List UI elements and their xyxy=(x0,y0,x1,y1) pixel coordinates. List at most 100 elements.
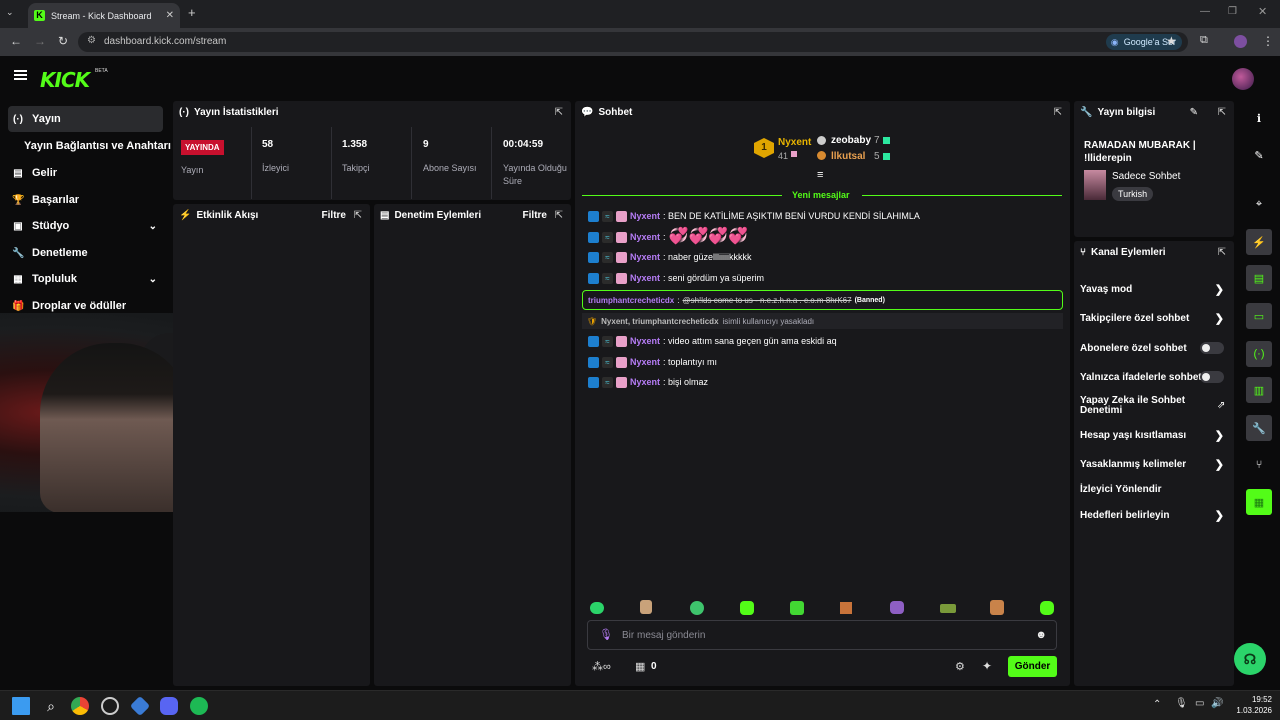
leader-second-name[interactable]: zeobaby xyxy=(831,135,871,146)
spotify-icon[interactable] xyxy=(190,697,208,715)
kick-logo[interactable]: KICK xyxy=(40,68,90,92)
focus-icon[interactable]: ⌖ xyxy=(1246,191,1272,217)
subscribers-only-action[interactable]: Abonelere özel sohbet xyxy=(1080,341,1230,355)
microphone-icon[interactable]: 🎙 xyxy=(599,628,613,641)
category-name[interactable]: Sadece Sohbet xyxy=(1112,171,1180,182)
sidebar-item-topluluk[interactable]: ▦ Topluluk ⌄ xyxy=(8,266,163,292)
tab-search-icon[interactable]: ⌄ xyxy=(6,7,14,18)
language-tag[interactable]: Turkish xyxy=(1112,187,1154,201)
edit-pencil-icon[interactable]: ✎ xyxy=(1246,142,1272,168)
reload-icon[interactable]: ↻ xyxy=(58,34,68,48)
expand-icon[interactable]: ⇱ xyxy=(354,210,362,221)
chat-username[interactable]: Nyxent xyxy=(630,273,660,283)
chat-message[interactable]: ≈ Nyxent: toplantıyı mı xyxy=(588,355,717,369)
search-icon[interactable]: ⌕ xyxy=(42,697,60,715)
emote-quick-icon[interactable] xyxy=(740,601,754,615)
expand-icon[interactable]: ⇱ xyxy=(555,210,563,221)
send-button[interactable]: Gönder xyxy=(1008,656,1057,677)
chat-username[interactable]: Nyxent xyxy=(630,377,660,387)
banned-username[interactable]: triumphantcrecheticdx xyxy=(588,296,674,305)
bookmark-star-icon[interactable]: ★ xyxy=(1166,34,1177,48)
tray-chevron-icon[interactable]: ⌃ xyxy=(1153,699,1161,710)
document-icon[interactable]: ▤ xyxy=(1246,265,1272,291)
chrome-icon[interactable] xyxy=(71,697,89,715)
chat-username[interactable]: Nyxent xyxy=(630,211,660,221)
new-tab-icon[interactable]: + xyxy=(188,5,196,20)
store-icon[interactable]: ▦ xyxy=(635,660,645,673)
chat-message[interactable]: ≈ Nyxent: naber güzellliiiiikkkkk xyxy=(588,250,752,264)
url-bar[interactable]: ⚙ dashboard.kick.com/stream ◉ Google'a S… xyxy=(78,32,1188,52)
minimize-icon[interactable]: — xyxy=(1200,6,1210,17)
raid-action[interactable]: İzleyici Yönlendir xyxy=(1080,482,1230,496)
windows-start-icon[interactable] xyxy=(12,697,30,715)
close-window-icon[interactable]: ✕ xyxy=(1258,5,1267,18)
forward-icon[interactable]: → xyxy=(34,34,46,48)
sidebar-item-basarilar[interactable]: 🏆 Başarılar xyxy=(8,187,163,213)
chat-username[interactable]: Nyxent xyxy=(630,252,660,262)
chat-message[interactable]: ≈ Nyxent: bişi olmaz xyxy=(588,375,708,389)
chat-username[interactable]: Nyxent xyxy=(630,232,660,242)
microphone-icon[interactable]: 🎙 xyxy=(1175,698,1188,709)
emote-only-action[interactable]: Yalnızca ifadelerle sohbet xyxy=(1080,370,1230,384)
emote-only-toggle[interactable] xyxy=(1200,371,1224,383)
user-avatar[interactable] xyxy=(1232,68,1254,90)
chat-message[interactable]: ≈ Nyxent: video attım sana geçen gün ama… xyxy=(588,334,837,348)
banned-words-action[interactable]: Yasaklanmış kelimeler ❯ xyxy=(1080,457,1230,471)
extensions-icon[interactable]: ⧉ xyxy=(1200,34,1208,47)
emote-quick-icon[interactable] xyxy=(990,600,1004,615)
slow-mode-action[interactable]: Yavaş mod ❯ xyxy=(1080,282,1230,296)
sidebar-item-studyo[interactable]: ▣ Stüdyo ⌄ xyxy=(8,213,163,239)
external-link-icon[interactable]: ⇗ xyxy=(1217,400,1225,411)
chat-message[interactable]: ≈ Nyxent: 💞💞💞💞 xyxy=(588,229,748,245)
expand-icon[interactable]: ⇱ xyxy=(555,107,563,118)
sidebar-item-denetleme[interactable]: 🔧 Denetleme xyxy=(8,240,163,266)
profile-avatar[interactable] xyxy=(1234,35,1247,48)
emoji-icon[interactable]: ☻ xyxy=(1035,629,1047,641)
emote-quick-icon[interactable] xyxy=(940,604,956,613)
ai-moderation-action[interactable]: Yapay Zeka ile Sohbet Denetimi xyxy=(1080,395,1200,417)
wrench-icon[interactable]: 🔧 xyxy=(1246,415,1272,441)
chat-message[interactable]: ≈ Nyxent: BEN DE KATİLİME AŞIKTIM BENİ V… xyxy=(588,209,920,223)
site-info-icon[interactable]: ⚙ xyxy=(87,35,96,46)
followers-only-action[interactable]: Takipçilere özel sohbet ❯ xyxy=(1080,311,1230,325)
account-age-action[interactable]: Hesap yaşı kısıtlaması ❯ xyxy=(1080,428,1230,442)
info-icon[interactable]: ℹ xyxy=(1246,105,1272,131)
chat-bubble-icon[interactable]: ▭ xyxy=(1246,303,1272,329)
chat-input[interactable]: 🎙 Bir mesaj gönderin ☻ xyxy=(587,620,1057,650)
hamburger-menu-icon[interactable] xyxy=(14,70,27,80)
browser-menu-icon[interactable]: ⋮ xyxy=(1262,34,1274,48)
lightning-icon[interactable]: ⚡ xyxy=(1246,229,1272,255)
moderation-filter-button[interactable]: Filtre xyxy=(523,210,547,221)
clock[interactable]: 19:52 1.03.2026 xyxy=(1232,694,1272,716)
banned-message[interactable]: triumphantcrecheticdx: @sh!lds come to u… xyxy=(582,290,1063,310)
collapse-leaderboard-icon[interactable]: ≡ xyxy=(817,169,823,181)
chat-settings-gear-icon[interactable]: ⚙ xyxy=(955,660,965,673)
sidebar-item-stream-key[interactable]: Yayın Bağlantısı ve Anahtarı xyxy=(20,133,171,159)
chat-username[interactable]: Nyxent xyxy=(630,336,660,346)
sidebar-item-gelir[interactable]: ▤ Gelir xyxy=(8,160,163,186)
expand-icon[interactable]: ⇱ xyxy=(1218,107,1226,118)
emote-quick-icon[interactable] xyxy=(690,601,704,615)
app-icon[interactable] xyxy=(101,697,119,715)
network-icon[interactable]: ▭ xyxy=(1195,698,1204,709)
chat-bot-icon[interactable]: ✦ xyxy=(982,659,992,673)
close-tab-icon[interactable]: ✕ xyxy=(166,10,174,21)
broadcast-icon[interactable]: (·) xyxy=(1246,341,1272,367)
sidebar-item-yayin[interactable]: (·) Yayın xyxy=(8,106,163,132)
browser-tab[interactable]: K Stream - Kick Dashboard ✕ xyxy=(28,3,180,28)
edit-pencil-icon[interactable]: ✎ xyxy=(1190,107,1198,118)
expand-icon[interactable]: ⇱ xyxy=(1218,247,1226,258)
emote-quick-icon[interactable] xyxy=(840,602,852,614)
goals-action[interactable]: Hedefleri belirleyin ❯ xyxy=(1080,508,1230,522)
discord-icon[interactable] xyxy=(160,697,178,715)
emote-quick-icon[interactable] xyxy=(1040,601,1054,615)
chat-message[interactable]: ≈ Nyxent: seni gördüm ya süperim xyxy=(588,271,764,285)
branch-icon[interactable]: ⑂ xyxy=(1246,452,1272,478)
channel-points-icon[interactable]: ⁂∞ xyxy=(592,660,611,673)
add-widget-icon[interactable]: ▦ xyxy=(1246,489,1272,515)
emote-quick-icon[interactable] xyxy=(640,600,652,614)
emote-quick-icon[interactable] xyxy=(590,602,604,614)
maximize-icon[interactable]: ❐ xyxy=(1228,6,1237,17)
activity-filter-button[interactable]: Filtre xyxy=(322,210,346,221)
help-support-icon[interactable]: ☊ xyxy=(1234,643,1266,675)
